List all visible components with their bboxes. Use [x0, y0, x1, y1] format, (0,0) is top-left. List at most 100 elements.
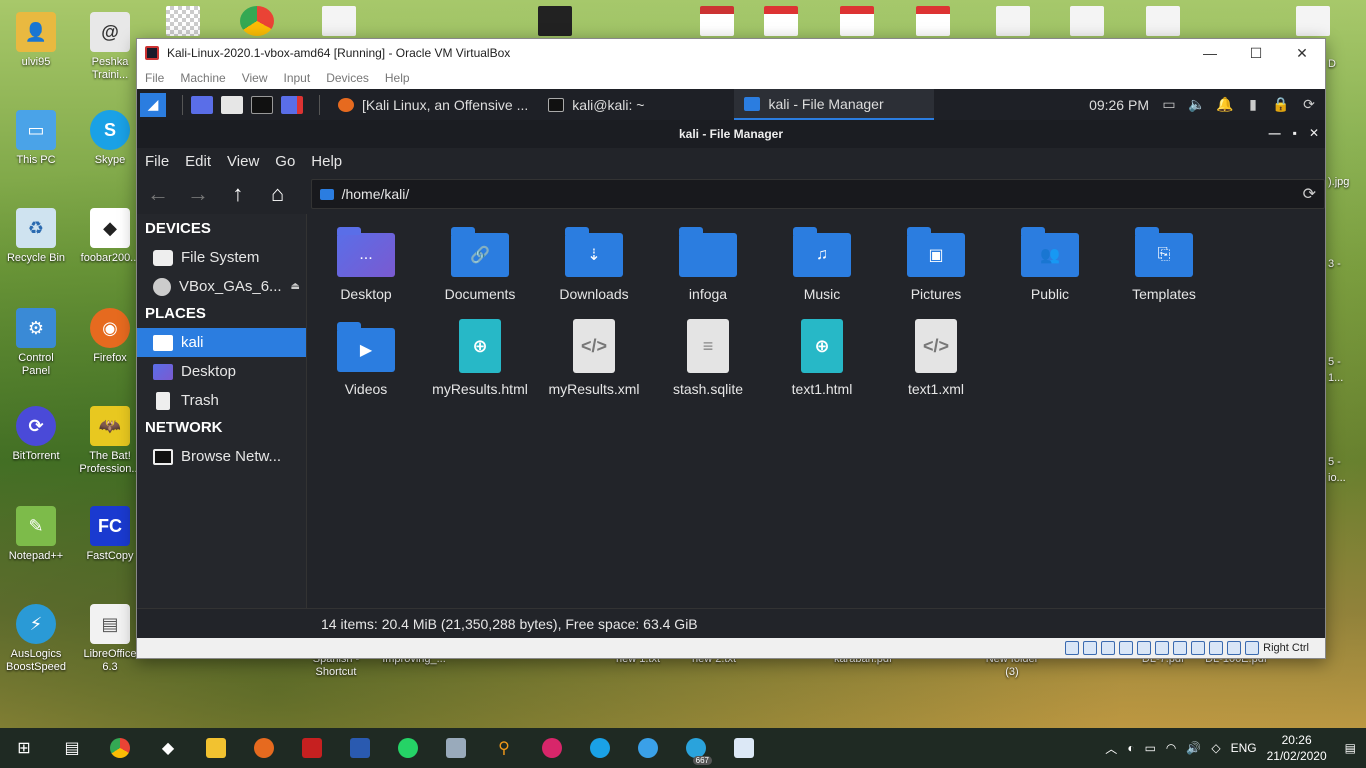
sidebar-item-file-system[interactable]: File System — [137, 243, 306, 272]
language-indicator[interactable]: ENG — [1231, 741, 1257, 755]
vbox-menu-devices[interactable]: Devices — [326, 71, 369, 85]
file-item-videos[interactable]: ▶ Videos — [309, 319, 423, 397]
task-view-icon[interactable]: ▤ — [48, 728, 96, 768]
reload-icon[interactable]: ⟳ — [1303, 184, 1316, 204]
pdf-file-icon[interactable] — [764, 6, 798, 36]
desktop-icon-firefox[interactable]: ◉ Firefox — [78, 308, 142, 365]
desktop-label-right[interactable]: ).jpg — [1328, 176, 1349, 188]
shared-folder-status-icon[interactable] — [1155, 641, 1170, 655]
eject-icon[interactable]: ⏏ — [291, 281, 300, 292]
search-app-icon[interactable]: ⚲ — [480, 728, 528, 768]
acrobat-icon[interactable] — [288, 728, 336, 768]
desktop-icon-ulvi95[interactable]: 👤 ulvi95 — [4, 12, 68, 69]
fm-close-button[interactable]: ✕ — [1309, 126, 1319, 140]
virtualbox-titlebar[interactable]: Kali-Linux-2020.1-vbox-amd64 [Running] -… — [137, 39, 1325, 67]
file-item-infoga[interactable]: infoga — [651, 224, 765, 302]
pdf-file-icon[interactable] — [840, 6, 874, 36]
location-bar[interactable]: /home/kali/ ⟳ — [310, 179, 1325, 209]
display-icon[interactable]: ▭ — [1161, 96, 1177, 113]
file-item-text1-xml[interactable]: </> text1.xml — [879, 319, 993, 397]
sidebar-item-trash[interactable]: Trash — [137, 386, 306, 415]
desktop-icon-fastcopy[interactable]: FC FastCopy — [78, 506, 142, 563]
battery-tray-icon[interactable]: ▭ — [1145, 741, 1156, 755]
file-item-stash-sqlite[interactable]: ≡ stash.sqlite — [651, 319, 765, 397]
fm-menu-go[interactable]: Go — [275, 153, 295, 170]
file-item-myresults-xml[interactable]: </> myResults.xml — [537, 319, 651, 397]
sidebar-item-desktop[interactable]: Desktop — [137, 357, 306, 386]
desktop-label-right[interactable]: 1... — [1328, 372, 1343, 384]
wifi-icon[interactable]: ◠ — [1166, 741, 1176, 755]
panel-clock[interactable]: 09:26 PM — [1089, 97, 1149, 113]
desktop-icon-auslogics[interactable]: ⚡ AusLogics BoostSpeed — [4, 604, 68, 674]
up-arrow-icon[interactable]: ↑ — [227, 181, 249, 207]
vbox-menu-file[interactable]: File — [145, 71, 164, 85]
back-arrow-icon[interactable]: ← — [147, 181, 169, 207]
close-button[interactable]: ✕ — [1279, 39, 1325, 67]
desktop-thumb-icon[interactable] — [166, 6, 200, 36]
lock-icon[interactable]: 🔒 — [1272, 96, 1289, 113]
desktop-label-right[interactable]: 5 - — [1328, 356, 1341, 368]
storage-status-icon[interactable] — [1065, 641, 1080, 655]
desktop-icon-recycle-bin[interactable]: ♻ Recycle Bin — [4, 208, 68, 265]
whatsapp-icon[interactable] — [384, 728, 432, 768]
pdf-file-icon[interactable] — [916, 6, 950, 36]
sidebar-item-kali[interactable]: kali — [137, 328, 306, 357]
screenshot-launcher-icon[interactable] — [281, 95, 303, 114]
file-item-text1-html[interactable]: ⊕ text1.html — [765, 319, 879, 397]
desktop-label-right[interactable]: 5 - — [1328, 456, 1341, 468]
file-manager-titlebar[interactable]: kali - File Manager — ▪ ✕ — [137, 120, 1325, 148]
recording-status-icon[interactable] — [1191, 641, 1206, 655]
usb-status-icon[interactable] — [1137, 641, 1152, 655]
fm-menu-file[interactable]: File — [145, 153, 169, 170]
file-item-music[interactable]: ♫ Music — [765, 224, 879, 302]
sidebar-item-browse-network[interactable]: Browse Netw... — [137, 442, 306, 471]
desktop-image-icon[interactable] — [538, 6, 572, 36]
desktop-icon-notepad-plus[interactable]: ✎ Notepad++ — [4, 506, 68, 563]
desktop-icon-foobar[interactable]: ◆ foobar200... — [78, 208, 142, 265]
desktop-icon-this-pc[interactable]: ▭ This PC — [4, 110, 68, 167]
file-item-documents[interactable]: 🔗 Documents — [423, 224, 537, 302]
desktop-file-icon[interactable] — [1070, 6, 1104, 36]
fm-menu-edit[interactable]: Edit — [185, 153, 211, 170]
desktop-file-icon[interactable] — [996, 6, 1030, 36]
chevron-up-icon[interactable]: ︿ — [1105, 740, 1117, 757]
task-firefox[interactable]: [Kali Linux, an Offensive ... — [328, 89, 538, 120]
virtualbox-icon[interactable] — [336, 728, 384, 768]
desktop-icon-control-panel[interactable]: ⚙ Control Panel — [4, 308, 68, 378]
vpn-icon[interactable] — [624, 728, 672, 768]
notification-center-icon[interactable]: ▤ — [1345, 741, 1356, 755]
battery-icon[interactable]: ▮ — [1245, 96, 1261, 113]
chrome-icon[interactable] — [96, 728, 144, 768]
home-icon[interactable]: ⌂ — [267, 181, 289, 207]
dropbox-icon[interactable]: ◇ — [1211, 741, 1220, 755]
power-icon[interactable]: ⟳ — [1301, 96, 1317, 113]
notes-icon[interactable] — [720, 728, 768, 768]
kali-menu-icon[interactable]: ◢ — [140, 92, 166, 117]
kali-icon[interactable] — [528, 728, 576, 768]
notification-bell-icon[interactable]: 🔔 — [1216, 96, 1233, 113]
minimize-button[interactable]: — — [1187, 39, 1233, 67]
desktop-file-icon[interactable] — [1146, 6, 1180, 36]
file-manager-launcher-icon[interactable] — [221, 95, 243, 114]
file-item-pictures[interactable]: ▣ Pictures — [879, 224, 993, 302]
speaker-icon[interactable]: 🔊 — [1186, 741, 1201, 755]
display-status-icon[interactable] — [1173, 641, 1188, 655]
vbox-menu-machine[interactable]: Machine — [180, 71, 225, 85]
fm-minimize-button[interactable]: — — [1269, 126, 1281, 140]
telegram-icon[interactable]: 667 — [672, 728, 720, 768]
terminal-launcher-icon[interactable] — [251, 95, 273, 114]
show-desktop-icon[interactable] — [191, 95, 213, 114]
mouse-status-icon[interactable] — [1227, 641, 1242, 655]
optical-status-icon[interactable] — [1083, 641, 1098, 655]
chrome-shortcut-icon[interactable] — [240, 6, 274, 36]
icon-view[interactable]: ... Desktop 🔗 Documents ⇣ Downloads info… — [307, 214, 1325, 638]
skype-icon[interactable] — [576, 728, 624, 768]
forward-arrow-icon[interactable]: → — [187, 181, 209, 207]
file-explorer-icon[interactable] — [192, 728, 240, 768]
firefox-icon[interactable] — [240, 728, 288, 768]
task-terminal[interactable]: kali@kali: ~ — [538, 89, 654, 120]
desktop-file-icon[interactable] — [1296, 6, 1330, 36]
task-file-manager[interactable]: kali - File Manager — [734, 89, 935, 120]
file-item-desktop[interactable]: ... Desktop — [309, 224, 423, 302]
cpu-status-icon[interactable] — [1209, 641, 1224, 655]
